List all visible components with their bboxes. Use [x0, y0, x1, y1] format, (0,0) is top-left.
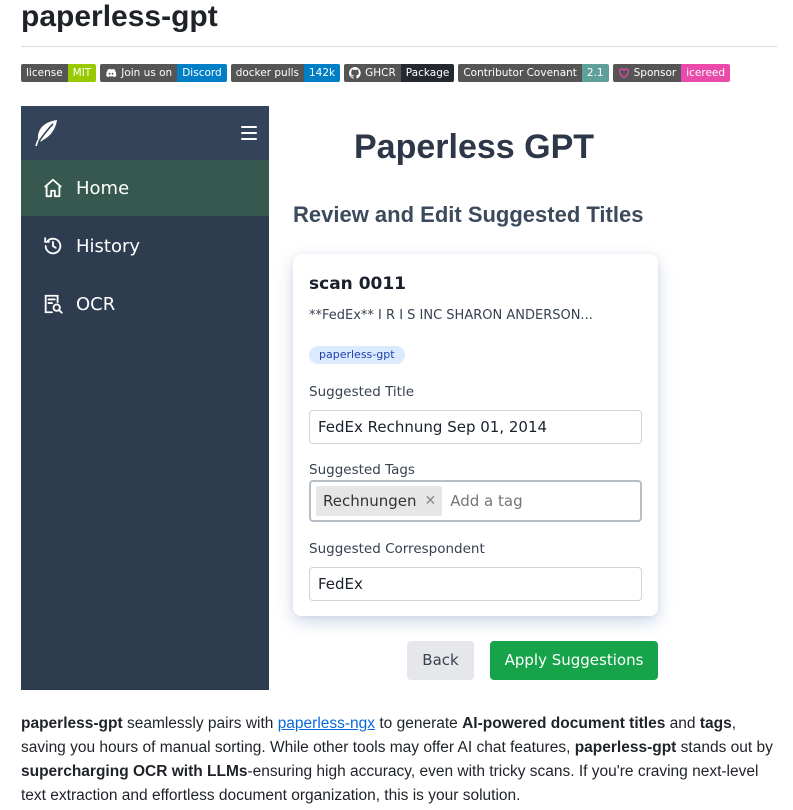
suggested-correspondent-input[interactable]: FedEx [309, 567, 642, 601]
app-screenshot: Home History OCR Paperless GPT Review an… [21, 106, 777, 690]
suggested-title-label: Suggested Title [309, 384, 414, 400]
badge-label: license [21, 64, 68, 82]
document-tag-badge: paperless-gpt [309, 346, 405, 364]
tag-chip: Rechnungen ✕ [316, 486, 443, 516]
badge-label-text: Sponsor [633, 67, 677, 79]
document-title: scan 0011 [309, 274, 407, 294]
document-snippet: **FedEx** I R I S INC SHARON ANDERSON... [309, 308, 593, 323]
desc-text: and [665, 715, 700, 732]
badge-label: Contributor Covenant [458, 64, 582, 82]
contributor-covenant-badge[interactable]: Contributor Covenant 2.1 [458, 64, 609, 82]
badge-value: icereed [681, 64, 731, 82]
main-panel: Paperless GPT Review and Edit Suggested … [269, 106, 777, 690]
badge-label: GHCR [344, 64, 401, 82]
heart-icon [618, 68, 629, 79]
sidebar: Home History OCR [21, 106, 269, 690]
suggested-tags-label: Suggested Tags [309, 462, 415, 478]
leaf-logo-icon [35, 120, 57, 147]
license-badge[interactable]: license MIT [21, 64, 97, 82]
apply-suggestions-button[interactable]: Apply Suggestions [490, 641, 658, 680]
title-divider [21, 46, 777, 47]
suggested-tags-input[interactable]: Rechnungen ✕ [309, 480, 642, 522]
document-card: scan 0011 **FedEx** I R I S INC SHARON A… [293, 254, 658, 616]
sidebar-header [21, 106, 269, 160]
desc-text: to generate [375, 715, 463, 732]
github-icon [349, 67, 361, 79]
suggested-title-input[interactable]: FedEx Rechnung Sep 01, 2014 [309, 410, 642, 444]
desc-bold: tags [699, 715, 732, 732]
badge-label: Sponsor [612, 64, 682, 82]
readme-title: paperless-gpt [21, 0, 218, 33]
desc-text: stands out by [676, 739, 773, 756]
ghcr-badge[interactable]: GHCR Package [344, 64, 455, 82]
remove-tag-icon[interactable]: ✕ [425, 493, 437, 509]
ocr-icon [44, 294, 63, 314]
badge-value: 2.1 [581, 64, 609, 82]
badge-label: Join us on [100, 64, 178, 82]
sidebar-item-history[interactable]: History [21, 218, 269, 274]
tag-chip-label: Rechnungen [323, 492, 417, 510]
sponsor-badge[interactable]: Sponsor icereed [612, 64, 731, 82]
desc-text: seamlessly pairs with [122, 715, 278, 732]
history-icon [44, 237, 62, 255]
app-title: Paperless GPT [354, 128, 595, 166]
section-title: Review and Edit Suggested Titles [293, 202, 644, 227]
desc-bold: paperless-gpt [574, 739, 677, 756]
sidebar-item-label: Home [76, 177, 130, 199]
discord-badge[interactable]: Join us on Discord [100, 64, 227, 82]
home-icon [44, 178, 62, 198]
menu-toggle-icon[interactable] [241, 126, 257, 140]
discord-icon [106, 68, 117, 78]
badge-label-text: GHCR [365, 67, 396, 79]
badge-value: 142k [304, 64, 341, 82]
sidebar-item-label: OCR [76, 293, 116, 315]
desc-bold: AI-powered document titles [462, 715, 666, 732]
badge-row: license MIT Join us on Discord docker pu… [21, 64, 731, 82]
readme-description: paperless-gpt seamlessly pairs with pape… [21, 712, 781, 808]
badge-value: MIT [67, 64, 97, 82]
desc-bold: paperless-gpt [21, 715, 123, 732]
badge-value: Discord [177, 64, 227, 82]
suggested-correspondent-label: Suggested Correspondent [309, 541, 485, 557]
paperless-ngx-link[interactable]: paperless-ngx [278, 715, 375, 732]
sidebar-item-ocr[interactable]: OCR [21, 276, 269, 332]
back-button[interactable]: Back [407, 641, 474, 680]
sidebar-item-home[interactable]: Home [21, 160, 269, 216]
badge-label-text: Join us on [121, 67, 173, 79]
badge-label: docker pulls [230, 64, 304, 82]
badge-value: Package [400, 64, 455, 82]
sidebar-item-label: History [76, 235, 141, 257]
docker-pulls-badge[interactable]: docker pulls 142k [230, 64, 341, 82]
desc-bold: supercharging OCR with LLMs [21, 763, 248, 780]
add-tag-input[interactable] [450, 492, 601, 510]
